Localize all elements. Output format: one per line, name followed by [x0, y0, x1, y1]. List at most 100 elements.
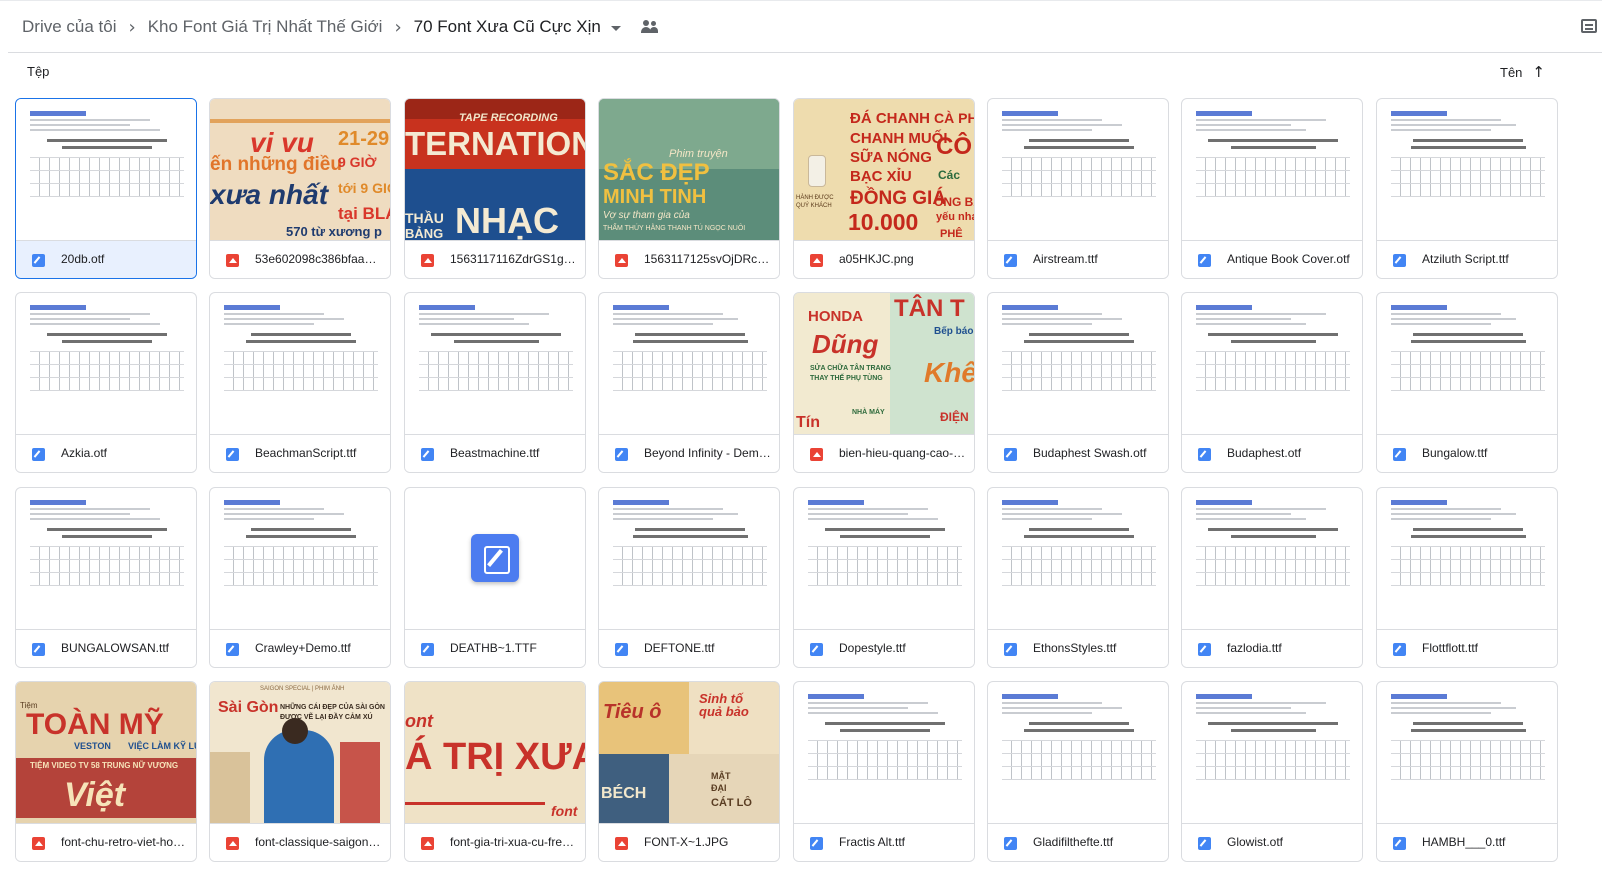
file-meta[interactable]: Airstream.ttf — [988, 240, 1168, 278]
file-meta[interactable]: Fractis Alt.ttf — [794, 823, 974, 861]
file-meta[interactable]: FONT-X~1.JPG — [599, 823, 779, 861]
file-thumbnail[interactable] — [1182, 488, 1362, 629]
file-thumbnail[interactable] — [1377, 293, 1557, 434]
list-view-icon[interactable] — [1581, 19, 1597, 33]
file-card[interactable]: Tiêu ô Sinh tố quả bảo BÉCH MẬT ĐẠI CÁT … — [598, 681, 780, 862]
file-meta[interactable]: Budaphest.otf — [1182, 434, 1362, 472]
file-card[interactable]: Beastmachine.ttf — [404, 292, 586, 473]
file-thumbnail[interactable] — [210, 488, 390, 629]
sort-by-name-button[interactable]: Tên ↑ — [1500, 63, 1545, 81]
file-meta[interactable]: Glowist.otf — [1182, 823, 1362, 861]
file-meta[interactable]: Crawley+Demo.ttf — [210, 629, 390, 667]
file-thumbnail[interactable] — [405, 293, 585, 434]
file-meta[interactable]: BeachmanScript.ttf — [210, 434, 390, 472]
file-card[interactable]: Glowist.otf — [1181, 681, 1363, 862]
file-card[interactable]: TAPE RECORDING TERNATION THẦU BẢNG NHẠC … — [404, 98, 586, 279]
file-meta[interactable]: HAMBH___0.ttf — [1377, 823, 1557, 861]
file-thumbnail[interactable] — [988, 488, 1168, 629]
file-thumbnail[interactable]: Tiêu ô Sinh tố quả bảo BÉCH MẬT ĐẠI CÁT … — [599, 682, 779, 823]
file-meta[interactable]: Beyond Infinity - Demo_0... — [599, 434, 779, 472]
file-thumbnail[interactable] — [599, 488, 779, 629]
file-thumbnail[interactable] — [988, 682, 1168, 823]
file-card[interactable]: HONDA Dũng SỬA CHỮA TÂN TRANG THAY THẾ P… — [793, 292, 975, 473]
file-thumbnail[interactable] — [16, 293, 196, 434]
file-card[interactable]: DEFTONE.ttf — [598, 487, 780, 668]
file-card[interactable]: Crawley+Demo.ttf — [209, 487, 391, 668]
file-thumbnail[interactable] — [405, 488, 585, 629]
file-thumbnail[interactable] — [1377, 99, 1557, 240]
file-meta[interactable]: Dopestyle.ttf — [794, 629, 974, 667]
file-card[interactable]: Phim truyện SẮC ĐẸP MINH TINH Vợ sự tham… — [598, 98, 780, 279]
file-meta[interactable]: 1563117125svOjDRcHt... — [599, 240, 779, 278]
file-meta[interactable]: font-chu-retro-viet-hoa-1... — [16, 823, 196, 861]
file-card[interactable]: Azkia.otf — [15, 292, 197, 473]
file-thumbnail[interactable] — [1377, 488, 1557, 629]
file-card[interactable]: Atziluth Script.ttf — [1376, 98, 1558, 279]
file-card[interactable]: Fractis Alt.ttf — [793, 681, 975, 862]
file-thumbnail[interactable] — [988, 99, 1168, 240]
file-card[interactable]: ont Á TRỊ XƯA C font font-gia-tri-xua-cu… — [404, 681, 586, 862]
file-thumbnail[interactable] — [1182, 99, 1362, 240]
file-thumbnail[interactable]: ĐÁ CHANH CHANH MUỐI SỮA NÓNG BẠC XỈU ĐỒN… — [794, 99, 974, 240]
file-thumbnail[interactable]: TAPE RECORDING TERNATION THẦU BẢNG NHẠC — [405, 99, 585, 240]
file-thumbnail[interactable]: vi vu ến những điều xưa nhất 21-29 9 GIỜ… — [210, 99, 390, 240]
file-card[interactable]: 20db.otf — [15, 98, 197, 279]
file-meta[interactable]: DEATHB~1.TTF — [405, 629, 585, 667]
file-meta[interactable]: Flottflott.ttf — [1377, 629, 1557, 667]
file-thumbnail[interactable] — [794, 682, 974, 823]
file-thumbnail[interactable] — [16, 99, 196, 240]
file-meta[interactable]: DEFTONE.ttf — [599, 629, 779, 667]
file-meta[interactable]: BUNGALOWSAN.ttf — [16, 629, 196, 667]
file-card[interactable]: EthonsStyles.ttf — [987, 487, 1169, 668]
file-card[interactable]: Budaphest Swash.otf — [987, 292, 1169, 473]
file-card[interactable]: Dopestyle.ttf — [793, 487, 975, 668]
breadcrumb-item-my-drive[interactable]: Drive của tôi — [16, 15, 122, 39]
file-card[interactable]: Gladifilthefte.ttf — [987, 681, 1169, 862]
file-thumbnail[interactable] — [1377, 682, 1557, 823]
file-thumbnail[interactable] — [794, 488, 974, 629]
file-card[interactable]: Bungalow.ttf — [1376, 292, 1558, 473]
file-card[interactable]: SAIGON SPECIAL | PHIM ẢNH Sài Gòn NHỮNG … — [209, 681, 391, 862]
file-meta[interactable]: fazlodia.ttf — [1182, 629, 1362, 667]
file-meta[interactable]: Bungalow.ttf — [1377, 434, 1557, 472]
file-thumbnail[interactable] — [1182, 293, 1362, 434]
file-card[interactable]: Antique Book Cover.otf — [1181, 98, 1363, 279]
file-meta[interactable]: bien-hieu-quang-cao-sai... — [794, 434, 974, 472]
file-card[interactable]: DEATHB~1.TTF — [404, 487, 586, 668]
file-meta[interactable]: EthonsStyles.ttf — [988, 629, 1168, 667]
file-card[interactable]: Airstream.ttf — [987, 98, 1169, 279]
file-meta[interactable]: Azkia.otf — [16, 434, 196, 472]
file-meta[interactable]: 1563117116ZdrGS1giU7... — [405, 240, 585, 278]
file-thumbnail[interactable] — [16, 488, 196, 629]
file-meta[interactable]: Gladifilthefte.ttf — [988, 823, 1168, 861]
file-card[interactable]: BeachmanScript.ttf — [209, 292, 391, 473]
file-card[interactable]: Budaphest.otf — [1181, 292, 1363, 473]
file-thumbnail[interactable]: HONDA Dũng SỬA CHỮA TÂN TRANG THAY THẾ P… — [794, 293, 974, 434]
file-card[interactable]: Beyond Infinity - Demo_0... — [598, 292, 780, 473]
caret-down-icon[interactable] — [610, 25, 621, 31]
shared-people-icon[interactable] — [640, 20, 659, 34]
file-card[interactable]: ĐÁ CHANH CHANH MUỐI SỮA NÓNG BẠC XỈU ĐỒN… — [793, 98, 975, 279]
file-thumbnail[interactable] — [599, 293, 779, 434]
file-thumbnail[interactable]: Tiệm TOÀN MỸ VESTON VIỆC LÀM KỸ LƯ TIỆM … — [16, 682, 196, 823]
file-thumbnail[interactable] — [1182, 682, 1362, 823]
breadcrumb-item-font-library[interactable]: Kho Font Giá Trị Nhất Thế Giới — [142, 15, 389, 39]
file-meta[interactable]: font-gia-tri-xua-cu-free-1... — [405, 823, 585, 861]
file-card[interactable]: vi vu ến những điều xưa nhất 21-29 9 GIỜ… — [209, 98, 391, 279]
file-meta[interactable]: Atziluth Script.ttf — [1377, 240, 1557, 278]
file-meta[interactable]: 20db.otf — [16, 240, 196, 278]
file-meta[interactable]: a05HKJC.png — [794, 240, 974, 278]
file-card[interactable]: BUNGALOWSAN.ttf — [15, 487, 197, 668]
file-meta[interactable]: font-classique-saigon-fu... — [210, 823, 390, 861]
file-thumbnail[interactable]: ont Á TRỊ XƯA C font — [405, 682, 585, 823]
file-thumbnail[interactable] — [210, 293, 390, 434]
breadcrumb-item-current-folder[interactable]: 70 Font Xưa Cũ Cực Xịn — [408, 15, 627, 39]
file-card[interactable]: Flottflott.ttf — [1376, 487, 1558, 668]
file-thumbnail[interactable]: Phim truyện SẮC ĐẸP MINH TINH Vợ sự tham… — [599, 99, 779, 240]
file-meta[interactable]: Budaphest Swash.otf — [988, 434, 1168, 472]
file-meta[interactable]: Beastmachine.ttf — [405, 434, 585, 472]
file-thumbnail[interactable]: SAIGON SPECIAL | PHIM ẢNH Sài Gòn NHỮNG … — [210, 682, 390, 823]
file-card[interactable]: HAMBH___0.ttf — [1376, 681, 1558, 862]
file-meta[interactable]: Antique Book Cover.otf — [1182, 240, 1362, 278]
file-meta[interactable]: 53e602098c386bfaae72... — [210, 240, 390, 278]
